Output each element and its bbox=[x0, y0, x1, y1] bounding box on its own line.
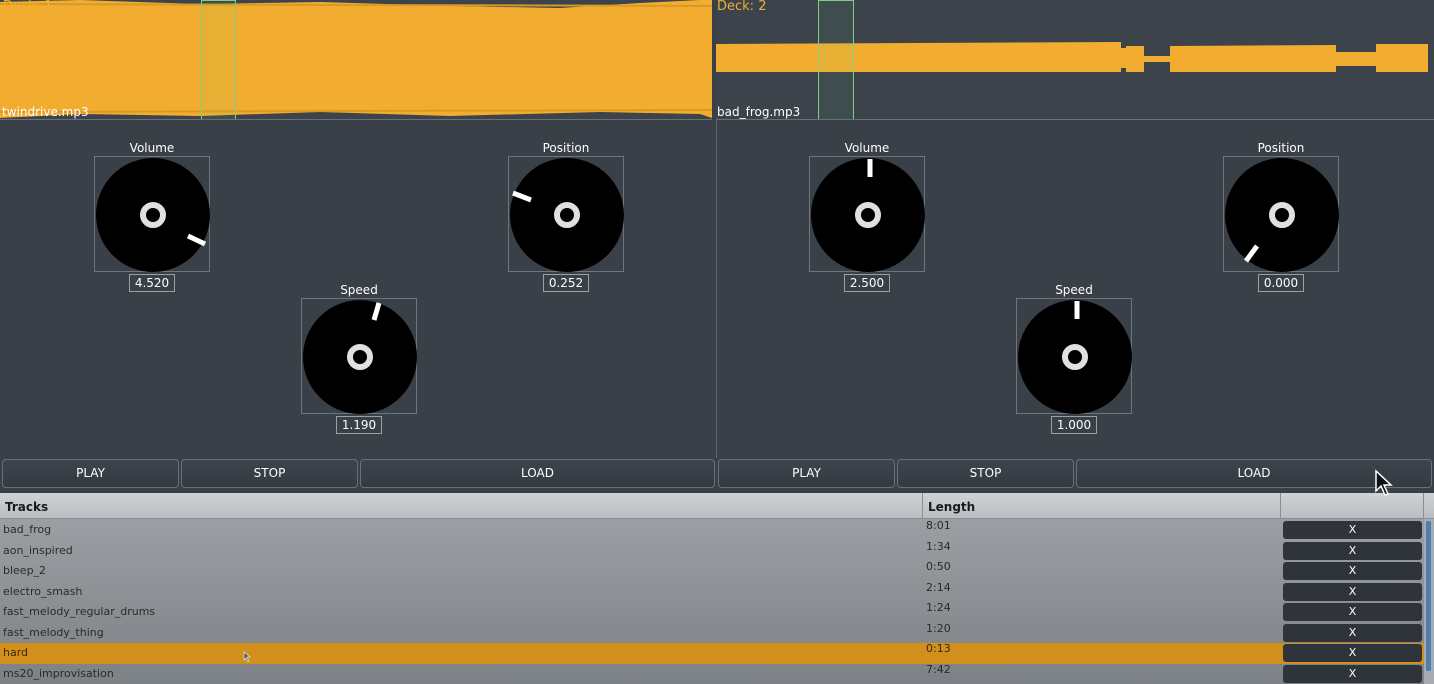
deck-1-position-knob[interactable]: Position 0.252 bbox=[507, 140, 625, 292]
track-length: 7:42 bbox=[926, 662, 951, 676]
deck-2-volume-label: Volume bbox=[844, 141, 890, 155]
deck-2-label: Deck: 2 bbox=[717, 0, 767, 14]
deck-2-speed-value[interactable]: 1.000 bbox=[1051, 416, 1097, 434]
deck-1-play-button[interactable]: PLAY bbox=[2, 459, 179, 488]
table-scrollbar-thumb[interactable] bbox=[1426, 521, 1431, 671]
table-row[interactable]: ms20_improvisation 7:42 X bbox=[0, 662, 1434, 684]
deck-2-position-label: Position bbox=[1257, 141, 1305, 155]
track-length: 2:14 bbox=[926, 580, 951, 594]
deck-1-speed-label: Speed bbox=[340, 283, 378, 297]
deck-2-play-button[interactable]: PLAY bbox=[718, 459, 895, 488]
deck-1-position-value[interactable]: 0.252 bbox=[543, 274, 589, 292]
waveform-deck-1-graphic bbox=[0, 0, 712, 118]
deck-1-speed-value[interactable]: 1.190 bbox=[336, 416, 382, 434]
track-name: fast_melody_regular_drums bbox=[3, 605, 156, 618]
deck-2-filename: bad_frog.mp3 bbox=[717, 105, 801, 119]
deck-1-volume-label: Volume bbox=[129, 141, 175, 155]
track-length: 0:13 bbox=[926, 642, 951, 655]
deck-1-load-button[interactable]: LOAD bbox=[360, 459, 715, 488]
deck-2-speed-knob[interactable]: Speed 1.000 bbox=[1015, 282, 1133, 434]
remove-track-button[interactable]: X bbox=[1283, 603, 1422, 621]
table-row[interactable]: fast_melody_thing 1:20 X bbox=[0, 621, 1434, 644]
track-name: bleep_2 bbox=[3, 564, 47, 577]
deck-1-speed-dial[interactable] bbox=[301, 298, 417, 414]
remove-column-header bbox=[1281, 493, 1424, 519]
mouse-pointer-icon bbox=[1375, 469, 1393, 496]
deck-1-position-dial[interactable] bbox=[508, 156, 624, 272]
length-column-header[interactable]: Length bbox=[923, 493, 1281, 519]
deck-1-filename: twindrive.mp3 bbox=[2, 105, 89, 119]
deck-2-speed-label: Speed bbox=[1055, 283, 1093, 297]
track-name: fast_melody_thing bbox=[3, 625, 104, 639]
table-row[interactable]: fast_melody_regular_drums 1:24 X bbox=[0, 601, 1434, 623]
table-row[interactable]: bleep_2 0:50 X bbox=[0, 560, 1434, 582]
deck-2-stop-button[interactable]: STOP bbox=[897, 459, 1074, 488]
track-length: 1:20 bbox=[926, 621, 951, 635]
deck-2-position-dial[interactable] bbox=[1223, 156, 1339, 272]
deck-2-volume-knob[interactable]: Volume 2.500 bbox=[808, 140, 926, 292]
small-pointer-icon bbox=[243, 651, 252, 663]
remove-track-button[interactable]: X bbox=[1283, 582, 1422, 601]
track-length: 8:01 bbox=[926, 519, 951, 532]
deck-1-position-label: Position bbox=[542, 141, 590, 155]
track-name: ms20_improvisation bbox=[3, 666, 114, 680]
tracks-column-header[interactable]: Tracks bbox=[0, 493, 923, 519]
table-row[interactable]: electro_smash 2:14 X bbox=[0, 580, 1434, 603]
deck-2-volume-value[interactable]: 2.500 bbox=[844, 274, 890, 292]
remove-track-button[interactable]: X bbox=[1283, 562, 1422, 580]
track-length: 1:24 bbox=[926, 601, 951, 614]
track-name: aon_inspired bbox=[3, 543, 73, 557]
deck-1-volume-knob[interactable]: Volume 4.520 bbox=[93, 140, 211, 292]
track-length: 1:34 bbox=[926, 539, 951, 553]
table-row[interactable]: aon_inspired 1:34 X bbox=[0, 539, 1434, 562]
deck-2-playhead[interactable] bbox=[818, 0, 854, 119]
deck-2-position-knob[interactable]: Position 0.000 bbox=[1222, 140, 1340, 292]
remove-track-button[interactable]: X bbox=[1283, 623, 1422, 642]
remove-track-button[interactable]: X bbox=[1283, 521, 1422, 539]
remove-track-button[interactable]: X bbox=[1283, 541, 1422, 560]
deck-1-speed-knob[interactable]: Speed 1.190 bbox=[300, 282, 418, 434]
track-name: bad_frog bbox=[3, 523, 52, 536]
track-table: Tracks Length bad_frog 8:01 X aon_inspir… bbox=[0, 493, 1434, 684]
track-name: hard bbox=[3, 646, 29, 659]
waveform-deck-2[interactable]: Deck: 2 bad_frog.mp3 bbox=[716, 0, 1434, 120]
track-name: electro_smash bbox=[3, 584, 83, 598]
table-row-selected[interactable]: hard 0:13 X bbox=[0, 642, 1434, 664]
remove-track-button[interactable]: X bbox=[1283, 644, 1422, 662]
track-table-header: Tracks Length bbox=[0, 493, 1434, 519]
deck-1-playhead[interactable] bbox=[201, 0, 236, 119]
track-length: 0:50 bbox=[926, 560, 951, 573]
table-row[interactable]: bad_frog 8:01 X bbox=[0, 519, 1434, 541]
deck-2-position-value[interactable]: 0.000 bbox=[1258, 274, 1304, 292]
deck-2-volume-dial[interactable] bbox=[809, 156, 925, 272]
remove-track-button[interactable]: X bbox=[1283, 664, 1422, 683]
dj-app: Deck: 1 twindrive.mp3 Deck: 2 bad_frog.m… bbox=[0, 0, 1434, 684]
deck-1-volume-value[interactable]: 4.520 bbox=[129, 274, 175, 292]
waveform-deck-1[interactable]: Deck: 1 twindrive.mp3 bbox=[0, 0, 712, 120]
deck-1-volume-dial[interactable] bbox=[94, 156, 210, 272]
deck-divider bbox=[716, 120, 717, 458]
deck-1-stop-button[interactable]: STOP bbox=[181, 459, 358, 488]
deck-2-speed-dial[interactable] bbox=[1016, 298, 1132, 414]
